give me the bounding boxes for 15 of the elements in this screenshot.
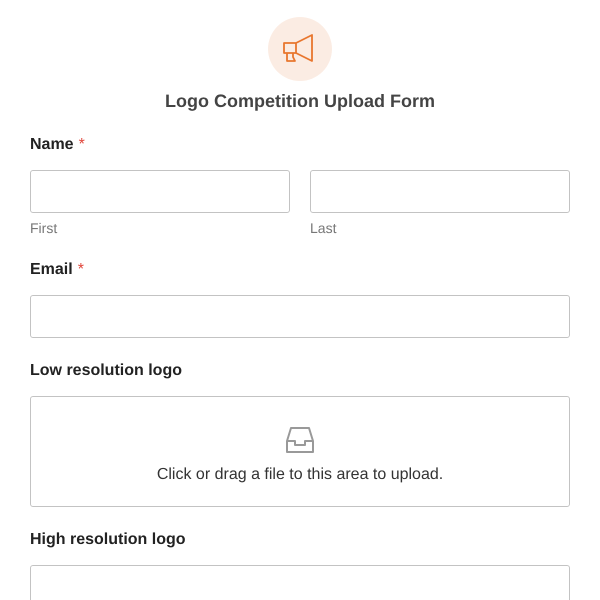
inbox-icon [285, 426, 315, 454]
field-label: Low resolution logo [30, 361, 182, 381]
required-mark: * [78, 260, 84, 280]
field-label: Email [30, 260, 73, 280]
email-field[interactable] [30, 295, 570, 338]
required-mark: * [78, 135, 85, 155]
text-field[interactable] [310, 170, 570, 213]
text-field[interactable] [30, 170, 290, 213]
upload-hint: Click or drag a file to this area to upload. [156, 466, 444, 484]
field-label: High resolution logo [30, 530, 186, 550]
field-sublabel: Last [310, 219, 338, 237]
upload-area[interactable]: Click or drag a file to this area to upload. [30, 396, 570, 507]
form-title: Logo Competition Upload Form [164, 90, 436, 112]
field-label: Name [30, 135, 74, 155]
field-sublabel: First [30, 219, 58, 237]
